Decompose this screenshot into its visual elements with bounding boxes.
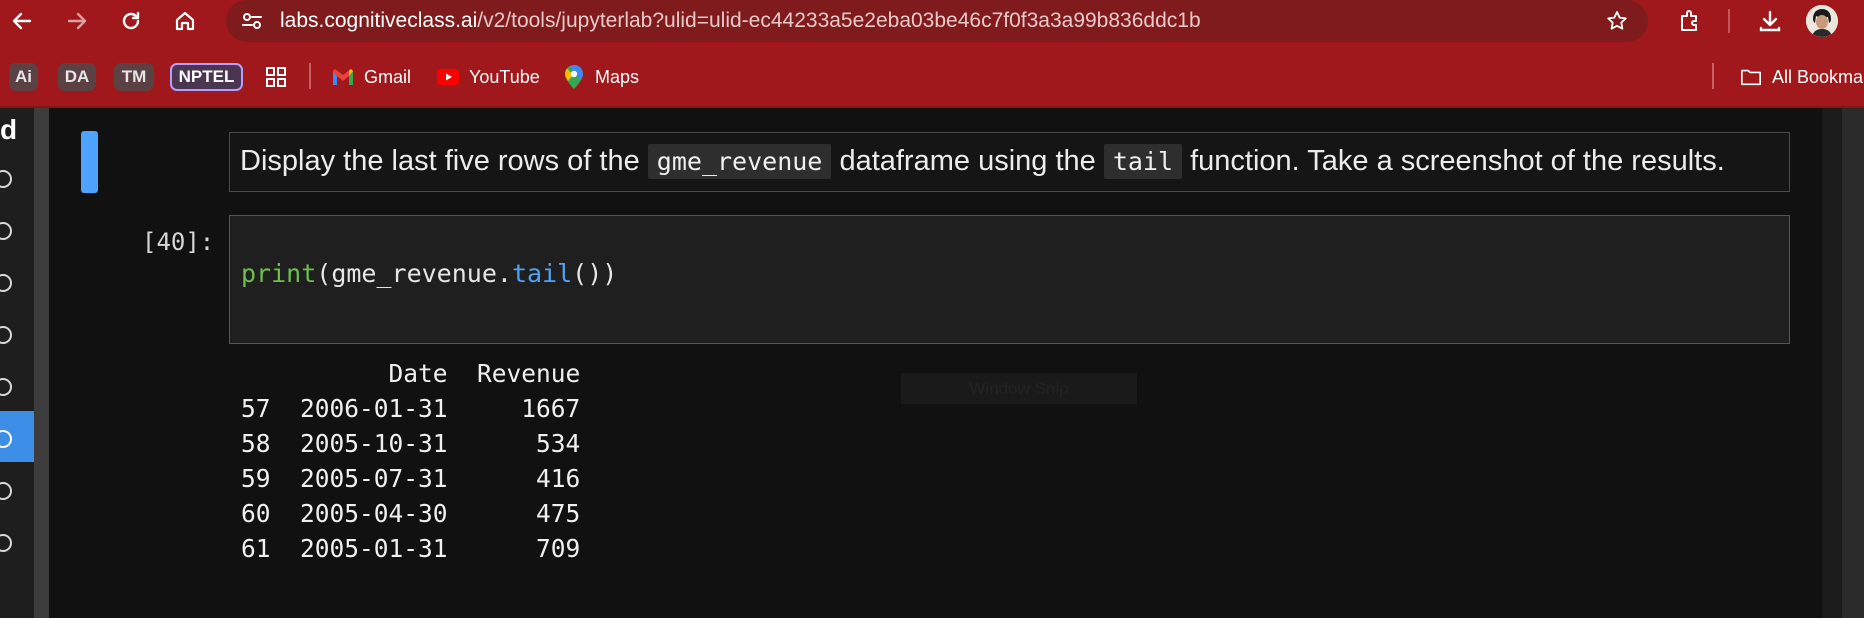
sidebar-item[interactable]: [0, 378, 12, 396]
bookmark-gmail[interactable]: Gmail: [332, 63, 411, 91]
bookmark-da[interactable]: DA: [58, 63, 96, 91]
md-text-after: function. Take a screenshot of the resul…: [1190, 145, 1725, 177]
bookmarks-divider-right: [1712, 63, 1714, 89]
cell-output: Date Revenue 57 2006-01-31 1667 58 2005-10…: [241, 356, 580, 566]
sidebar-item[interactable]: [0, 222, 12, 240]
code-line[interactable]: print(gme_revenue.tail()): [241, 259, 617, 288]
panel-resize-handle[interactable]: [34, 108, 49, 618]
code-arg-close: ()): [572, 259, 618, 288]
star-icon[interactable]: [1604, 8, 1630, 34]
notebook-scrollbar[interactable]: [1822, 108, 1842, 618]
bookmarks-divider: [309, 63, 311, 89]
site-info-icon[interactable]: [240, 9, 264, 33]
code-arg-open: (gme_revenue.: [316, 259, 512, 288]
output-row: 58 2005-10-31 534: [241, 429, 581, 458]
file-browser-sidebar: d: [0, 108, 34, 618]
maps-pin-icon: [563, 65, 585, 89]
youtube-icon: [437, 66, 459, 88]
right-sidebar: [1842, 108, 1864, 618]
bookmark-tm[interactable]: TM: [114, 63, 154, 91]
all-bookmarks[interactable]: All Bookma: [1740, 63, 1863, 91]
sidebar-header-letter: d: [0, 114, 18, 145]
code-print-fn: print: [241, 259, 317, 288]
bookmarks-bar: Ai DA TM NPTEL Gmail YouTube Maps All Bo…: [0, 42, 1864, 108]
bookmark-gmail-label: Gmail: [364, 66, 412, 87]
avatar[interactable]: [1806, 5, 1838, 37]
sidebar-item[interactable]: [0, 326, 12, 344]
bookmark-nptel[interactable]: NPTEL: [170, 63, 243, 91]
active-cell-indicator[interactable]: [81, 131, 98, 193]
gmail-icon: [332, 66, 354, 88]
execution-count: [40]:: [142, 228, 215, 256]
folder-icon: [1740, 66, 1762, 88]
window-snip-overlay: Window Snip: [901, 373, 1137, 404]
output-row: 59 2005-07-31 416: [241, 464, 581, 493]
output-header: Date Revenue: [241, 359, 581, 388]
code-cell-editor[interactable]: print(gme_revenue.tail()): [229, 215, 1790, 344]
bookmark-youtube-label: YouTube: [469, 66, 540, 87]
sidebar-item[interactable]: [0, 534, 12, 552]
toolbar-divider: [1728, 9, 1730, 33]
sidebar-item[interactable]: [0, 274, 12, 292]
markdown-cell[interactable]: Display the last five rows of the gme_re…: [229, 132, 1790, 192]
bookmark-maps-label: Maps: [595, 66, 640, 87]
extensions-icon[interactable]: [1672, 3, 1708, 39]
bookmark-ai[interactable]: Ai: [9, 63, 38, 91]
sidebar-item[interactable]: [0, 482, 12, 500]
url-host: labs.cognitiveclass.ai: [280, 9, 478, 32]
bookmark-maps[interactable]: Maps: [563, 63, 639, 91]
back-arrow-icon[interactable]: [4, 3, 40, 39]
all-bookmarks-label: All Bookma: [1772, 66, 1864, 87]
code-tail-method: tail: [511, 259, 573, 288]
md-code-tail: tail: [1103, 144, 1183, 179]
home-icon[interactable]: [167, 3, 203, 39]
output-row: 61 2005-01-31 709: [241, 534, 581, 563]
reload-icon[interactable]: [113, 3, 149, 39]
bookmark-youtube[interactable]: YouTube: [437, 63, 540, 91]
url-text[interactable]: labs.cognitiveclass.ai/v2/tools/jupyterl…: [280, 9, 1201, 33]
download-icon[interactable]: [1752, 3, 1788, 39]
md-text-middle: dataframe using the: [839, 145, 1096, 177]
sidebar-item[interactable]: [0, 170, 12, 188]
address-bar[interactable]: labs.cognitiveclass.ai/v2/tools/jupyterl…: [226, 0, 1648, 42]
forward-arrow-icon[interactable]: [59, 3, 95, 39]
output-row: 60 2005-04-30 475: [241, 499, 581, 528]
apps-grid-icon[interactable]: [264, 63, 288, 91]
url-path: /v2/tools/jupyterlab?ulid=ulid-ec44233a5…: [477, 9, 1201, 32]
md-code-gme-revenue: gme_revenue: [647, 144, 832, 179]
md-text-before: Display the last five rows of the: [240, 145, 640, 177]
markdown-text: Display the last five rows of the gme_re…: [240, 139, 1725, 184]
browser-toolbar: labs.cognitiveclass.ai/v2/tools/jupyterl…: [0, 0, 1864, 42]
output-row: 57 2006-01-31 1667: [241, 394, 581, 423]
